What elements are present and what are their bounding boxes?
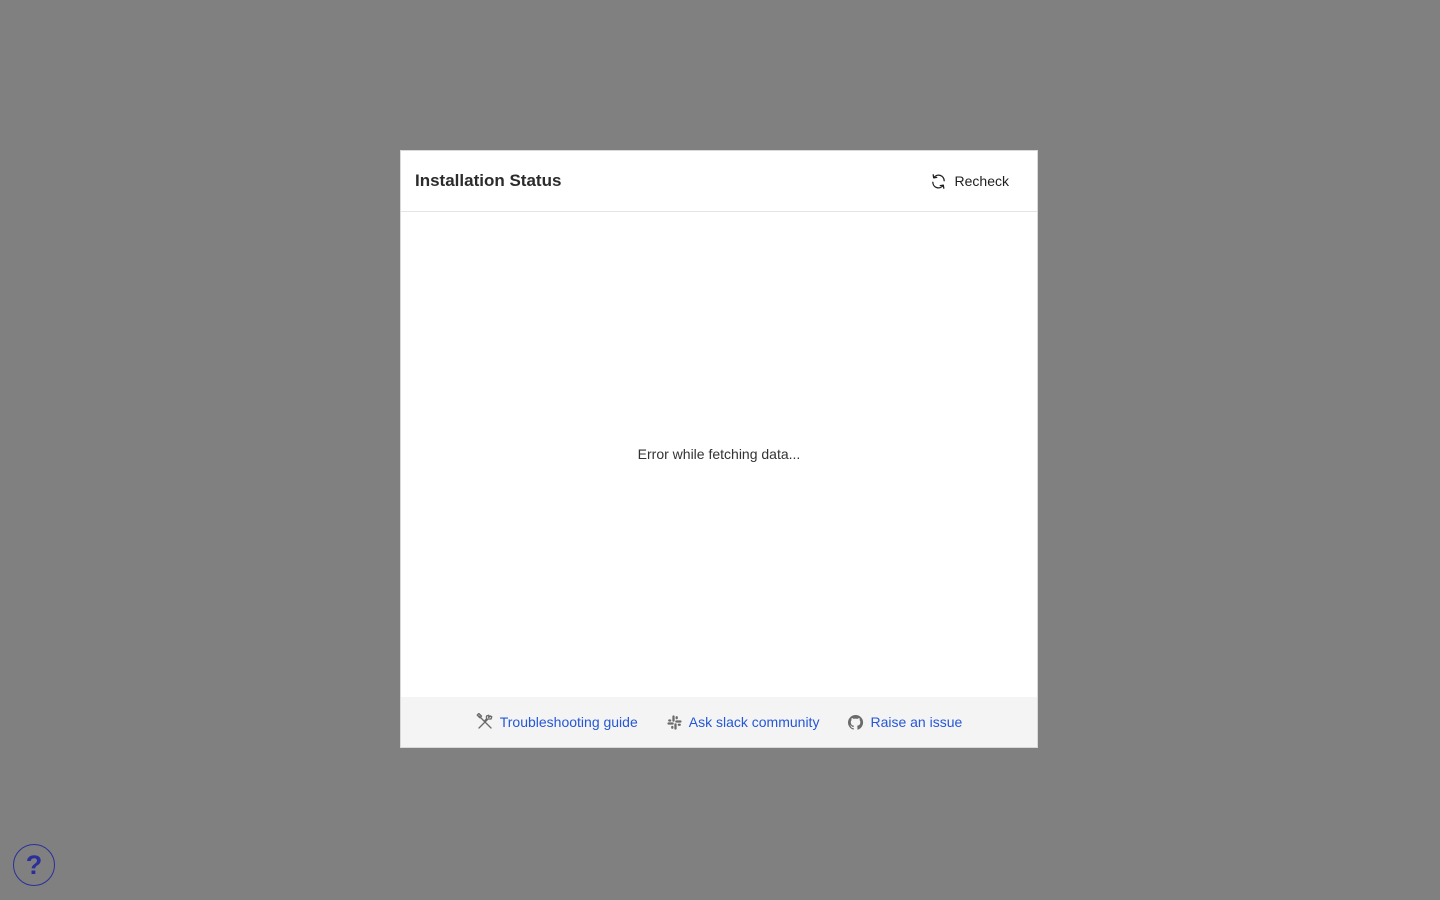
troubleshooting-guide-link[interactable]: Troubleshooting guide	[476, 713, 638, 731]
modal-header: Installation Status Recheck	[401, 151, 1037, 212]
error-message: Error while fetching data...	[637, 445, 801, 462]
help-button[interactable]: ?	[13, 844, 55, 886]
recheck-label: Recheck	[954, 173, 1009, 189]
installation-status-modal: Installation Status Recheck Error while …	[400, 150, 1038, 748]
modal-footer: Troubleshooting guide Ask slack communit…	[401, 697, 1037, 747]
raise-an-issue-label: Raise an issue	[870, 714, 963, 730]
recheck-button[interactable]: Recheck	[930, 169, 1009, 194]
modal-body: Error while fetching data...	[401, 212, 1037, 697]
ask-slack-community-link[interactable]: Ask slack community	[666, 714, 820, 731]
slack-icon	[666, 714, 683, 731]
ask-slack-community-label: Ask slack community	[688, 714, 820, 730]
github-icon	[847, 714, 864, 731]
refresh-icon	[930, 173, 947, 190]
raise-an-issue-link[interactable]: Raise an issue	[847, 714, 962, 731]
troubleshooting-guide-label: Troubleshooting guide	[499, 714, 638, 730]
tools-icon	[476, 713, 494, 731]
modal-title: Installation Status	[415, 171, 562, 190]
question-mark-icon: ?	[25, 849, 43, 880]
